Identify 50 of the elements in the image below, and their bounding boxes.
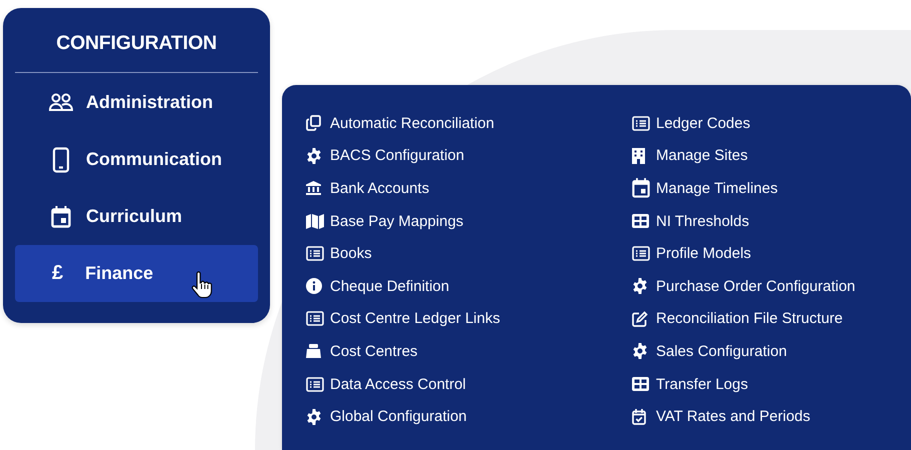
map-icon (306, 214, 324, 229)
submenu-link[interactable]: Manage Sites (632, 140, 911, 172)
submenu-link[interactable]: Books (306, 237, 632, 270)
submenu-link[interactable]: Reconciliation File Structure (632, 302, 911, 336)
gear-icon (306, 148, 322, 164)
info-icon (306, 278, 322, 294)
cash-register-icon (306, 344, 321, 358)
menu-title: CONFIGURATION (55, 32, 218, 56)
people-icon (49, 92, 73, 112)
menu-item[interactable]: Curriculum (15, 188, 258, 245)
submenu-link[interactable]: Cost Centre Ledger Links (306, 302, 632, 336)
menu-item[interactable]: £ Finance (15, 245, 258, 302)
menu-item[interactable]: Administration (15, 74, 258, 131)
pound-icon: £ (52, 262, 64, 285)
submenu-link[interactable]: Purchase Order Configuration (632, 270, 911, 303)
edit-icon (632, 310, 648, 327)
menu-item[interactable]: Communication (15, 131, 258, 188)
submenu-link[interactable]: Cheque Definition (306, 270, 632, 303)
list-icon (632, 116, 650, 131)
bank-icon (306, 181, 321, 196)
submenu-link[interactable]: Sales Configuration (632, 335, 911, 368)
submenu-link[interactable]: NI Thresholds (632, 204, 911, 238)
submenu-link[interactable]: Base Pay Mappings (306, 204, 632, 238)
copy-icon (306, 115, 321, 132)
list-icon (632, 246, 650, 262)
hand-cursor-icon (190, 271, 212, 299)
submenu-link[interactable]: Automatic Reconciliation (306, 107, 632, 140)
submenu-link[interactable]: Global Configuration (306, 400, 632, 433)
calendar-check-icon (632, 408, 646, 425)
submenu-link[interactable]: Profile Models (632, 237, 911, 270)
submenu-link[interactable]: Transfer Logs (632, 368, 911, 400)
submenu-link[interactable]: BACS Configuration (306, 140, 632, 172)
building-icon (632, 148, 645, 164)
phone-icon (52, 146, 70, 172)
submenu-link[interactable]: Data Access Control (306, 368, 632, 400)
submenu-link[interactable]: VAT Rates and Periods (632, 400, 911, 433)
calendar-icon (51, 206, 71, 228)
gear-icon (632, 343, 648, 360)
submenu-link[interactable]: Ledger Codes (632, 107, 911, 140)
list-icon (306, 311, 324, 326)
list-icon (306, 246, 324, 262)
list-icon (306, 376, 324, 392)
table-icon (632, 214, 649, 228)
submenu-link[interactable]: Manage Timelines (632, 172, 911, 205)
gear-icon (632, 278, 648, 294)
submenu-link[interactable]: Cost Centres (306, 335, 632, 368)
table-icon (632, 377, 649, 392)
submenu-link[interactable]: Bank Accounts (306, 172, 632, 205)
gear-icon (306, 408, 322, 425)
calendar-icon (632, 177, 650, 200)
